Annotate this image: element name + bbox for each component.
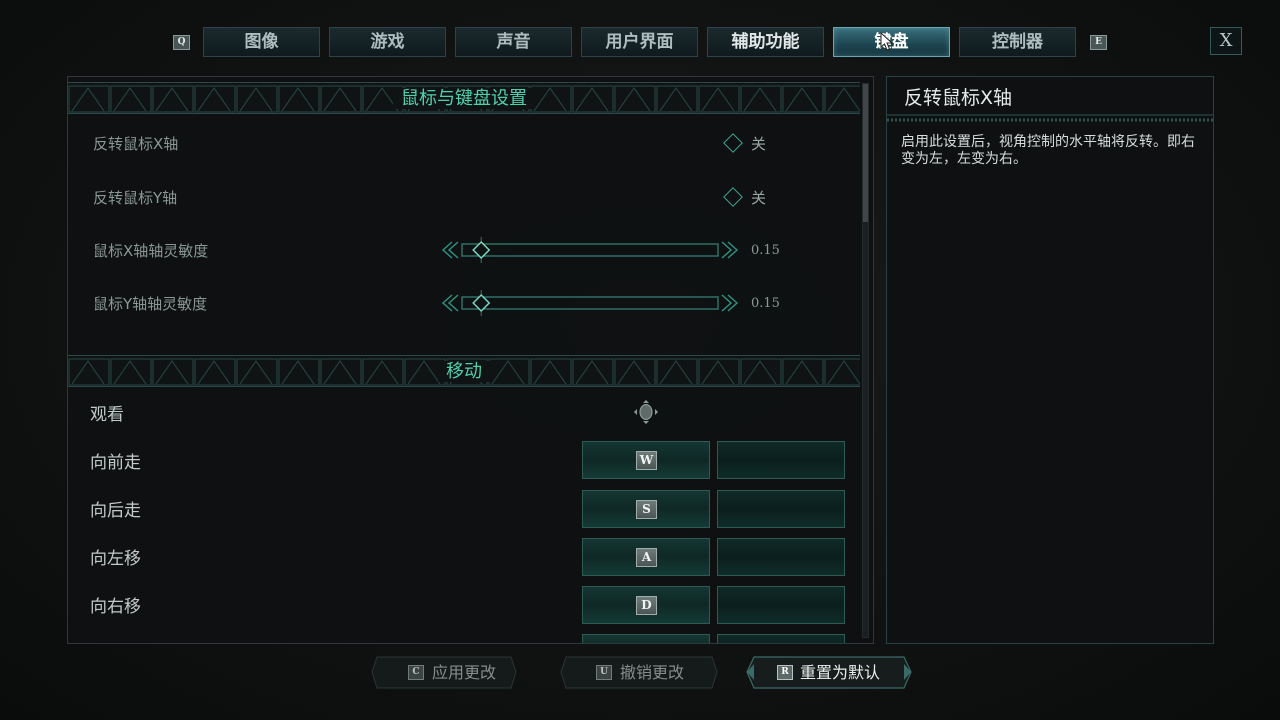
setting-label-invert-x: 反转鼠标X轴 [93,135,179,153]
setting-info-panel: 反转鼠标X轴 启用此设置后，视角控制的水平轴将反转。即右变为左，左变为右。 [886,76,1214,644]
info-description: 启用此设置后，视角控制的水平轴将反转。即右变为左，左变为右。 [901,134,1195,167]
setting-label-y-sensitivity: 鼠标Y轴轴灵敏度 [93,295,208,313]
section-title: 移动 [68,356,860,388]
secondary-binding-left[interactable] [717,538,845,576]
toggle-value: 关 [751,135,767,153]
tab-user-interface[interactable]: 用户界面 [581,27,698,57]
setting-label-x-sensitivity: 鼠标X轴轴灵敏度 [93,242,209,260]
primary-binding-forward[interactable]: W [582,441,710,479]
keycap: A [636,548,657,567]
button-label: 应用更改 [432,663,497,682]
slider-thumb-icon[interactable] [472,290,491,316]
toggle-invert-y[interactable]: 关 [722,186,802,208]
toggle-value: 关 [751,189,767,207]
info-divider [887,114,1213,122]
next-tab-key-hint[interactable]: E [1090,35,1107,50]
section-title: 鼠标与键盘设置 [68,83,860,115]
section-header-mouse-keyboard: 鼠标与键盘设置 [68,82,860,114]
section-title-text: 鼠标与键盘设置 [393,88,535,109]
mouse-move-icon[interactable] [633,399,659,425]
primary-binding-left[interactable]: A [582,538,710,576]
binding-label-left: 向左移 [90,549,141,569]
info-title: 反转鼠标X轴 [904,87,1013,109]
primary-binding-backward[interactable]: S [582,490,710,528]
scrollbar-thumb[interactable] [863,84,868,222]
key-hint: U [596,665,612,680]
slider-thumb-icon[interactable] [472,237,491,263]
keycap: S [636,500,657,519]
apply-changes-button[interactable]: C 应用更改 [371,656,517,689]
mouse-cursor-icon [880,32,894,51]
keycap: D [636,596,657,615]
tab-sound[interactable]: 声音 [455,27,572,57]
revert-changes-button[interactable]: U 撤销更改 [560,656,718,689]
slider-x-sensitivity[interactable] [440,237,740,263]
tab-game[interactable]: 游戏 [329,27,446,57]
button-label: 重置为默认 [800,663,881,682]
binding-label-look: 观看 [90,405,124,425]
setting-label-invert-y: 反转鼠标Y轴 [93,189,178,207]
settings-scrollbar[interactable] [862,83,869,638]
secondary-binding-next[interactable] [717,634,845,643]
reset-default-button[interactable]: R 重置为默认 [746,656,912,689]
slider-track [441,237,739,263]
keycap: W [636,451,657,470]
toggle-diamond-icon [723,187,743,207]
binding-label-forward: 向前走 [90,453,141,473]
tab-controller[interactable]: 控制器 [959,27,1076,57]
primary-binding-right[interactable]: D [582,586,710,624]
slider-value-x: 0.15 [751,243,780,258]
slider-track [441,290,739,316]
tab-accessibility[interactable]: 辅助功能 [707,27,824,57]
close-button[interactable]: X [1210,27,1242,55]
button-label: 撤销更改 [620,663,685,682]
primary-binding-next[interactable] [582,634,710,643]
secondary-binding-backward[interactable] [717,490,845,528]
prev-tab-key-hint[interactable]: Q [173,35,190,50]
section-title-text: 移动 [438,361,490,382]
settings-tab-bar: Q 图像 游戏 声音 用户界面 辅助功能 键盘 控制器 E X [0,27,1280,57]
toggle-invert-x[interactable]: 关 [722,132,802,154]
binding-label-right: 向右移 [90,597,141,617]
tab-graphics[interactable]: 图像 [203,27,320,57]
key-hint: R [777,665,793,680]
slider-y-sensitivity[interactable] [440,290,740,316]
settings-list-panel: 鼠标与键盘设置 反转鼠标X轴 关 反转鼠标Y轴 关 鼠标X轴轴灵敏度 0.15 … [67,76,874,644]
secondary-binding-right[interactable] [717,586,845,624]
key-hint: C [408,665,424,680]
binding-label-backward: 向后走 [90,501,141,521]
toggle-diamond-icon [723,133,743,153]
section-header-movement: 移动 [68,355,860,387]
secondary-binding-forward[interactable] [717,441,845,479]
slider-value-y: 0.15 [751,296,780,311]
